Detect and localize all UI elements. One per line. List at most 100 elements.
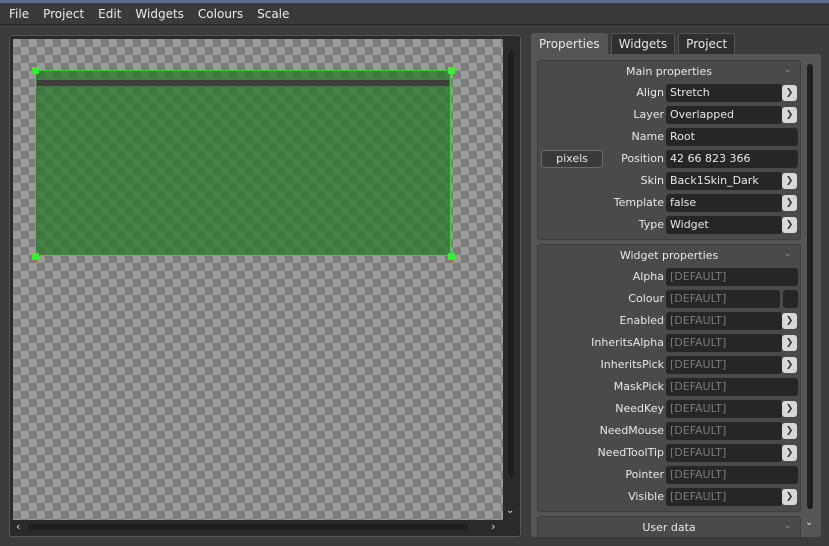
property-label: Align [636,86,664,99]
property-label: Type [638,218,664,231]
property-row-pointer: Pointer [DEFAULT] [538,465,800,485]
property-label: Name [631,130,664,143]
property-row-position: pixels Position 42 66 823 366 [538,149,800,169]
type-combo[interactable]: Widget [666,216,782,234]
position-field[interactable]: 42 66 823 366 [666,150,798,168]
alpha-field[interactable]: [DEFAULT] [666,268,798,286]
inheritsalpha-combo[interactable]: [DEFAULT] [666,334,782,352]
property-label: Visible [628,490,664,503]
chevron-down-icon[interactable]: ❯ [782,195,797,211]
workspace-canvas[interactable] [13,39,503,520]
resize-handle-top-right[interactable] [448,67,455,74]
main-properties-section: Main properties ⌄ Align Stretch ❯ Layer … [537,60,801,240]
collapse-chevron-icon[interactable]: ⌄ [784,64,792,75]
selected-widget[interactable] [35,70,451,256]
menu-file[interactable]: File [9,7,29,21]
widget-caption-bar [37,80,449,86]
property-row-layer: Layer Overlapped ❯ [538,105,800,125]
resize-handle-bottom-right[interactable] [448,253,455,260]
property-label: Template [613,196,664,209]
workspace-horizontal-scroll-thumb[interactable] [28,524,468,530]
needtooltip-combo[interactable]: [DEFAULT] [666,444,782,462]
property-row-template: Template false ❯ [538,193,800,213]
collapse-chevron-icon[interactable]: ⌄ [784,520,792,531]
widget-properties-section: Widget properties ⌄ Alpha [DEFAULT] Colo… [537,244,801,512]
chevron-down-icon[interactable]: ❯ [782,357,797,373]
property-label: Layer [633,108,664,121]
chevron-down-icon[interactable]: ❯ [782,85,797,101]
menu-scale[interactable]: Scale [257,7,289,21]
property-label: Enabled [619,314,664,327]
workspace-vertical-scroll-thumb[interactable] [508,51,514,477]
main-properties-title: Main properties [626,64,712,78]
properties-vertical-scroll-thumb[interactable] [807,64,813,509]
chevron-down-icon[interactable]: ❯ [782,313,797,329]
menu-widgets[interactable]: Widgets [135,7,184,21]
property-label: Position [621,152,664,165]
skin-combo[interactable]: Back1Skin_Dark [666,172,782,190]
arrow-left-icon[interactable]: ‹ [16,520,20,533]
chevron-down-icon[interactable]: ❯ [782,335,797,351]
resize-handle-bottom-left[interactable] [32,253,39,260]
resize-handle-top-left[interactable] [32,67,39,74]
enabled-combo[interactable]: [DEFAULT] [666,312,782,330]
needmouse-combo[interactable]: [DEFAULT] [666,422,782,440]
colour-swatch[interactable] [783,290,798,308]
align-combo[interactable]: Stretch [666,84,782,102]
property-label: MaskPick [613,380,664,393]
name-field[interactable]: Root [666,128,798,146]
widget-properties-title: Widget properties [619,248,719,262]
needkey-combo[interactable]: [DEFAULT] [666,400,782,418]
chevron-down-icon[interactable]: ❯ [782,173,797,189]
property-row-maskpick: MaskPick [DEFAULT] [538,377,800,397]
menu-bar: File Project Edit Widgets Colours Scale [0,3,829,25]
property-label: Colour [628,292,664,305]
tab-properties[interactable]: Properties [531,33,608,54]
colour-field[interactable]: [DEFAULT] [666,290,780,308]
tab-project[interactable]: Project [678,33,736,54]
workspace-panel: ⌄ ‹ › [9,35,521,537]
menu-edit[interactable]: Edit [98,7,121,21]
chevron-down-icon[interactable]: ❯ [782,107,797,123]
chevron-down-icon[interactable]: ❯ [782,423,797,439]
user-data-header[interactable]: User data ⌄ [538,517,800,537]
layer-combo[interactable]: Overlapped [666,106,782,124]
property-row-needkey: NeedKey [DEFAULT] ❯ [538,399,800,419]
pointer-field[interactable]: [DEFAULT] [666,466,798,484]
pixels-button[interactable]: pixels [541,150,603,168]
visible-combo[interactable]: [DEFAULT] [666,488,782,506]
chevron-down-icon[interactable]: ❯ [782,401,797,417]
property-row-alpha: Alpha [DEFAULT] [538,267,800,287]
maskpick-field[interactable]: [DEFAULT] [666,378,798,396]
property-row-skin: Skin Back1Skin_Dark ❯ [538,171,800,191]
property-label: Pointer [625,468,664,481]
widget-properties-header[interactable]: Widget properties ⌄ [538,245,800,265]
property-row-needtooltip: NeedToolTip [DEFAULT] ❯ [538,443,800,463]
property-row-visible: Visible [DEFAULT] ❯ [538,487,800,507]
property-row-colour: Colour [DEFAULT] [538,289,800,309]
property-label: Alpha [632,270,664,283]
arrow-right-icon[interactable]: › [491,520,495,533]
panel-tabs: Properties Widgets Project [531,33,738,54]
menu-project[interactable]: Project [43,7,84,21]
inheritspick-combo[interactable]: [DEFAULT] [666,356,782,374]
collapse-chevron-icon[interactable]: ⌄ [784,248,792,259]
chevron-down-icon[interactable]: ❯ [782,489,797,505]
tab-widgets[interactable]: Widgets [610,33,676,54]
arrow-down-icon[interactable]: ⌄ [506,505,514,516]
user-data-title: User data [642,520,696,534]
template-combo[interactable]: false [666,194,782,212]
properties-panel: Main properties ⌄ Align Stretch ❯ Layer … [531,54,821,537]
arrow-down-icon[interactable]: ⌄ [805,517,813,528]
property-row-inheritspick: InheritsPick [DEFAULT] ❯ [538,355,800,375]
properties-vertical-scrollbar[interactable]: ⌄ [803,62,817,532]
main-properties-header[interactable]: Main properties ⌄ [538,61,800,81]
property-label: InheritsPick [600,358,664,371]
chevron-down-icon[interactable]: ❯ [782,445,797,461]
property-label: InheritsAlpha [591,336,664,349]
property-label: Skin [640,174,664,187]
chevron-down-icon[interactable]: ❯ [782,217,797,233]
workspace-horizontal-scrollbar[interactable]: ‹ › [13,520,503,534]
workspace-vertical-scrollbar[interactable]: ⌄ [504,39,518,520]
menu-colours[interactable]: Colours [198,7,243,21]
